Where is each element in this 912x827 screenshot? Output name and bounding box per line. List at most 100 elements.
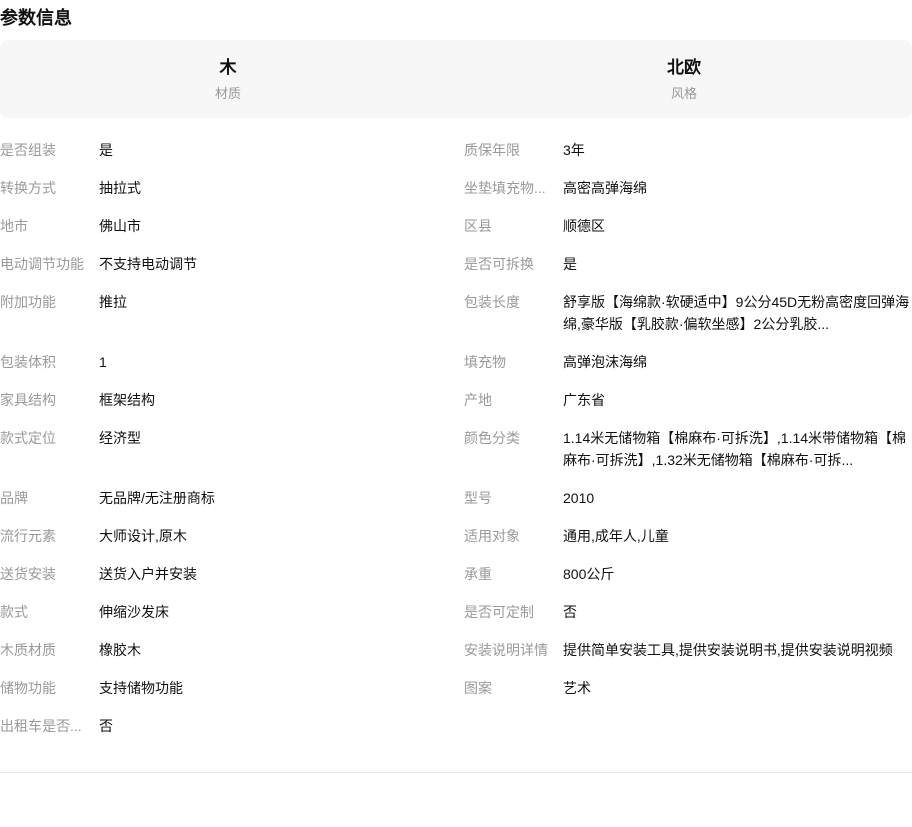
param-value: 2010	[563, 487, 912, 509]
param-label: 产地	[464, 389, 554, 411]
param-cell: 坐垫填充物... 高密高弹海绵	[456, 177, 912, 215]
param-row: 储物功能支持储物功能图案艺术	[0, 677, 912, 715]
param-label: 坐垫填充物...	[464, 177, 554, 199]
param-label: 送货安装	[0, 563, 90, 585]
param-label: 转换方式	[0, 177, 90, 199]
param-value: 提供简单安装工具,提供安装说明书,提供安装说明视频	[563, 639, 912, 661]
param-cell: 电动调节功能不支持电动调节	[0, 253, 456, 291]
param-label: 储物功能	[0, 677, 90, 699]
param-value: 广东省	[563, 389, 912, 411]
param-cell: 是否组装是	[0, 139, 456, 177]
param-cell: 区县顺德区	[456, 215, 912, 253]
highlight-style: 北欧 风格	[456, 56, 912, 103]
param-value: 800公斤	[563, 563, 912, 585]
param-label: 图案	[464, 677, 554, 699]
param-row: 款式伸缩沙发床是否可定制否	[0, 601, 912, 639]
param-value: 经济型	[99, 427, 456, 449]
param-label: 包装长度	[464, 291, 554, 313]
highlight-band: 木 材质 北欧 风格	[0, 40, 912, 118]
param-value: 高弹泡沫海绵	[563, 351, 912, 373]
param-label: 填充物	[464, 351, 554, 373]
param-cell	[456, 715, 912, 753]
param-cell: 包装体积 1	[0, 351, 456, 389]
param-label: 适用对象	[464, 525, 554, 547]
param-label: 地市	[0, 215, 90, 237]
param-label: 是否可拆换	[464, 253, 554, 275]
param-label: 款式定位	[0, 427, 90, 449]
param-row: 地市佛山市区县顺德区	[0, 215, 912, 253]
param-label: 安装说明详情	[464, 639, 554, 661]
param-label: 是否组装	[0, 139, 90, 161]
param-value: 否	[563, 601, 912, 623]
param-value: 舒享版【海绵款·软硬适中】9公分45D无粉高密度回弹海绵,豪华版【乳胶款·偏软坐…	[563, 291, 912, 335]
param-value: 伸缩沙发床	[99, 601, 456, 623]
param-cell: 安装说明详情提供简单安装工具,提供安装说明书,提供安装说明视频	[456, 639, 912, 677]
param-cell: 款式定位经济型	[0, 427, 456, 487]
param-cell: 储物功能支持储物功能	[0, 677, 456, 715]
highlight-material-label: 材质	[0, 84, 456, 103]
params-table: 是否组装是质保年限3年转换方式抽拉式坐垫填充物...高密高弹海绵地市佛山市区县顺…	[0, 139, 912, 753]
parameter-info-section: 参数信息 木 材质 北欧 风格 是否组装是质保年限3年转换方式抽拉式坐垫填充物.…	[0, 0, 912, 827]
section-title: 参数信息	[0, 0, 912, 32]
param-row: 款式定位经济型颜色分类 1.14米无储物箱【棉麻布·可拆洗】,1.14米带储物箱【…	[0, 427, 912, 487]
param-cell: 包装长度舒享版【海绵款·软硬适中】9公分45D无粉高密度回弹海绵,豪华版【乳胶款…	[456, 291, 912, 351]
param-label: 区县	[464, 215, 554, 237]
param-value: 否	[99, 715, 456, 737]
param-row: 附加功能推拉包装长度舒享版【海绵款·软硬适中】9公分45D无粉高密度回弹海绵,豪…	[0, 291, 912, 351]
param-label: 电动调节功能	[0, 253, 90, 275]
param-value: 送货入户并安装	[99, 563, 456, 585]
param-cell: 质保年限 3年	[456, 139, 912, 177]
param-cell: 型号 2010	[456, 487, 912, 525]
param-label: 附加功能	[0, 291, 90, 313]
param-value: 大师设计,原木	[99, 525, 456, 547]
param-value: 1	[99, 351, 456, 373]
param-label: 包装体积	[0, 351, 90, 373]
param-cell: 颜色分类 1.14米无储物箱【棉麻布·可拆洗】,1.14米带储物箱【棉麻布·可拆洗…	[456, 427, 912, 487]
param-row: 家具结构框架结构产地广东省	[0, 389, 912, 427]
param-label: 质保年限	[464, 139, 554, 161]
param-row: 转换方式抽拉式坐垫填充物... 高密高弹海绵	[0, 177, 912, 215]
param-cell: 是否可定制否	[456, 601, 912, 639]
param-value: 支持储物功能	[99, 677, 456, 699]
param-cell: 填充物高弹泡沫海绵	[456, 351, 912, 389]
param-value: 1.14米无储物箱【棉麻布·可拆洗】,1.14米带储物箱【棉麻布·可拆洗】,1.…	[563, 427, 912, 471]
param-value: 框架结构	[99, 389, 456, 411]
param-label: 品牌	[0, 487, 90, 509]
param-cell: 是否可拆换是	[456, 253, 912, 291]
param-label: 出租车是否...	[0, 715, 90, 737]
param-cell: 地市佛山市	[0, 215, 456, 253]
param-value: 通用,成年人,儿童	[563, 525, 912, 547]
param-label: 家具结构	[0, 389, 90, 411]
param-row: 送货安装送货入户并安装承重800公斤	[0, 563, 912, 601]
param-value: 不支持电动调节	[99, 253, 456, 275]
param-value: 抽拉式	[99, 177, 456, 199]
highlight-material-value: 木	[0, 56, 456, 80]
param-label: 颜色分类	[464, 427, 554, 449]
param-cell: 款式伸缩沙发床	[0, 601, 456, 639]
param-cell: 出租车是否... 否	[0, 715, 456, 753]
param-cell: 木质材质橡胶木	[0, 639, 456, 677]
highlight-style-label: 风格	[456, 84, 912, 103]
param-cell: 适用对象通用,成年人,儿童	[456, 525, 912, 563]
param-cell: 承重800公斤	[456, 563, 912, 601]
param-label: 流行元素	[0, 525, 90, 547]
param-value: 艺术	[563, 677, 912, 699]
param-label: 型号	[464, 487, 554, 509]
param-label: 款式	[0, 601, 90, 623]
param-value: 3年	[563, 139, 912, 161]
param-label: 木质材质	[0, 639, 90, 661]
highlight-material: 木 材质	[0, 56, 456, 103]
param-value: 高密高弹海绵	[563, 177, 912, 199]
param-label: 是否可定制	[464, 601, 554, 623]
param-value: 无品牌/无注册商标	[99, 487, 456, 509]
param-value: 是	[563, 253, 912, 275]
param-cell: 图案艺术	[456, 677, 912, 715]
param-cell: 产地广东省	[456, 389, 912, 427]
param-row: 包装体积1填充物高弹泡沫海绵	[0, 351, 912, 389]
param-row: 是否组装是质保年限 3年	[0, 139, 912, 177]
param-row: 流行元素大师设计,原木适用对象通用,成年人,儿童	[0, 525, 912, 563]
param-cell: 流行元素大师设计,原木	[0, 525, 456, 563]
param-row: 品牌无品牌/无注册商标型号 2010	[0, 487, 912, 525]
param-cell: 转换方式抽拉式	[0, 177, 456, 215]
param-cell: 送货安装送货入户并安装	[0, 563, 456, 601]
